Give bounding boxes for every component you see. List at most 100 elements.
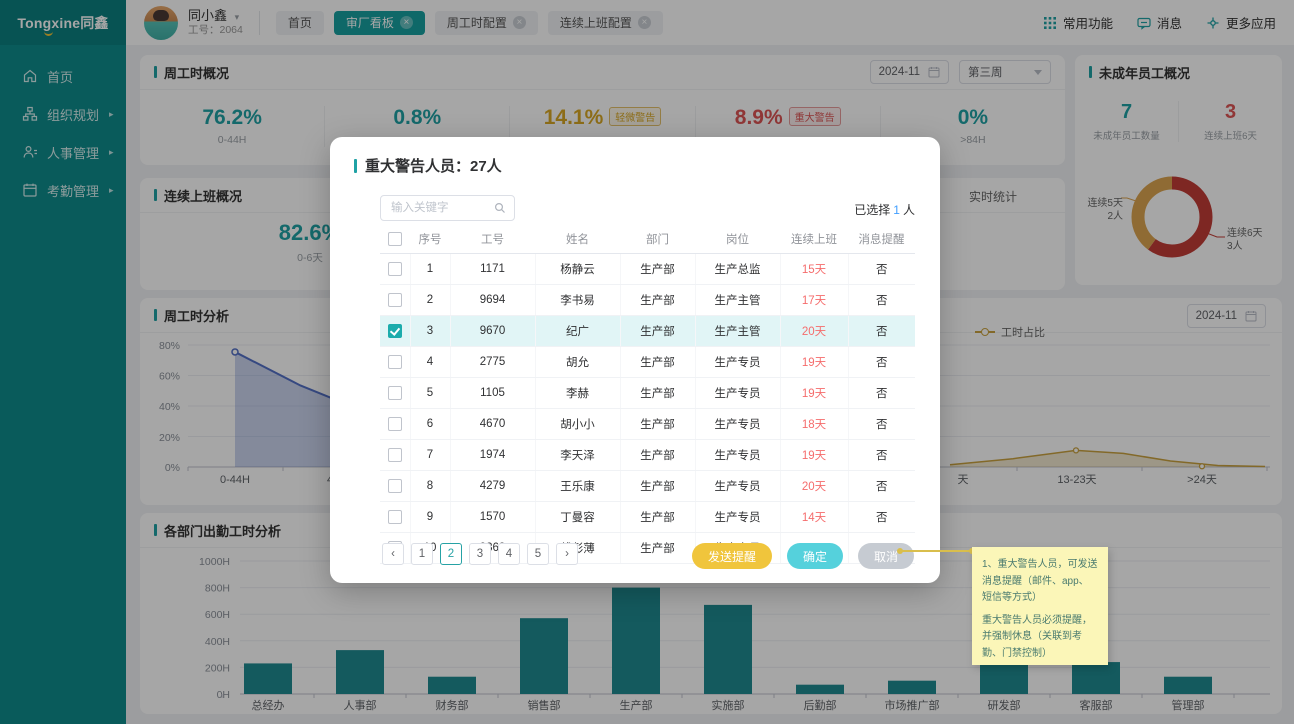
table-cell: 李赫 (535, 378, 620, 409)
row-checkbox[interactable] (388, 479, 402, 493)
cancel-button[interactable]: 取消 (858, 543, 914, 569)
table-row[interactable]: 51105李赫生产部生产专员19天否 (380, 378, 915, 409)
table-cell: 4 (410, 347, 450, 378)
table-cell: 生产总监 (695, 254, 780, 285)
table-row[interactable]: 84279王乐康生产部生产专员20天否 (380, 471, 915, 502)
table-cell: 否 (848, 378, 915, 409)
row-checkbox[interactable] (388, 293, 402, 307)
table-cell: 否 (848, 347, 915, 378)
table-cell: 19天 (780, 440, 848, 471)
table-cell: 1570 (450, 502, 535, 533)
header-checkbox-cell (380, 225, 410, 254)
table-row[interactable]: 39670纪广生产部生产主管20天否 (380, 316, 915, 347)
warning-table: 序号工号姓名部门岗位连续上班消息提醒 11171杨静云生产部生产总监15天否29… (380, 225, 915, 564)
table-cell: 8 (410, 471, 450, 502)
table-cell: 生产部 (620, 347, 695, 378)
table-row[interactable]: 64670胡小小生产部生产专员18天否 (380, 409, 915, 440)
row-checkbox[interactable] (388, 355, 402, 369)
pagination: ‹ 12345 › (382, 543, 578, 565)
row-checkbox-cell (380, 502, 410, 533)
table-cell: 5 (410, 378, 450, 409)
pagination-next[interactable]: › (556, 543, 578, 565)
row-checkbox[interactable] (388, 324, 402, 338)
column-header: 部门 (620, 225, 695, 254)
row-checkbox[interactable] (388, 448, 402, 462)
annotation-connector-line (900, 550, 972, 552)
table-cell: 9 (410, 502, 450, 533)
table-cell: 否 (848, 502, 915, 533)
pagination-page-2[interactable]: 2 (440, 543, 462, 565)
pagination-page-5[interactable]: 5 (527, 543, 549, 565)
column-header: 姓名 (535, 225, 620, 254)
table-cell: 胡小小 (535, 409, 620, 440)
row-checkbox[interactable] (388, 386, 402, 400)
row-checkbox-cell (380, 347, 410, 378)
table-cell: 否 (848, 254, 915, 285)
row-checkbox-cell (380, 409, 410, 440)
major-warning-modal: 重大警告人员：27人 已选择1人 序号工号姓名部门岗位连续上班消息提醒 1117… (330, 137, 940, 583)
table-cell: 6 (410, 409, 450, 440)
column-header: 序号 (410, 225, 450, 254)
confirm-button[interactable]: 确定 (787, 543, 843, 569)
pagination-page-3[interactable]: 3 (469, 543, 491, 565)
row-checkbox-cell (380, 471, 410, 502)
table-cell: 14天 (780, 502, 848, 533)
row-checkbox-cell (380, 254, 410, 285)
table-cell: 生产部 (620, 471, 695, 502)
modal-buttons: 发送提醒确定取消 (692, 543, 914, 569)
table-cell: 2 (410, 285, 450, 316)
table-cell: 生产部 (620, 378, 695, 409)
table-cell: 4670 (450, 409, 535, 440)
row-checkbox[interactable] (388, 510, 402, 524)
table-row[interactable]: 29694李书易生产部生产主管17天否 (380, 285, 915, 316)
table-row[interactable]: 11171杨静云生产部生产总监15天否 (380, 254, 915, 285)
table-cell: 7 (410, 440, 450, 471)
table-cell: 3 (410, 316, 450, 347)
table-cell: 17天 (780, 285, 848, 316)
table-row[interactable]: 91570丁曼容生产部生产专员14天否 (380, 502, 915, 533)
table-cell: 否 (848, 440, 915, 471)
row-checkbox-cell (380, 378, 410, 409)
send-reminder-button[interactable]: 发送提醒 (692, 543, 772, 569)
selected-count-info: 已选择1人 (854, 201, 915, 218)
pagination-prev[interactable]: ‹ (382, 543, 404, 565)
table-header-row: 序号工号姓名部门岗位连续上班消息提醒 (380, 225, 915, 254)
table-cell: 否 (848, 316, 915, 347)
table-cell: 生产部 (620, 502, 695, 533)
row-checkbox[interactable] (388, 417, 402, 431)
table-cell: 生产主管 (695, 316, 780, 347)
pagination-page-1[interactable]: 1 (411, 543, 433, 565)
table-cell: 杨静云 (535, 254, 620, 285)
table-cell: 生产专员 (695, 347, 780, 378)
table-cell: 19天 (780, 378, 848, 409)
note-paragraph: 1、重大警告人员，可发送消息提醒（邮件、app、短信等方式） (982, 557, 1098, 607)
table-cell: 20天 (780, 471, 848, 502)
table-cell: 纪广 (535, 316, 620, 347)
table-cell: 1105 (450, 378, 535, 409)
row-checkbox[interactable] (388, 262, 402, 276)
table-cell: 生产部 (620, 316, 695, 347)
column-header: 消息提醒 (848, 225, 915, 254)
modal-title: 重大警告人员：27人 (354, 155, 502, 176)
table-cell: 18天 (780, 409, 848, 440)
table-cell: 生产专员 (695, 409, 780, 440)
table-row[interactable]: 42775胡允生产部生产专员19天否 (380, 347, 915, 378)
table-cell: 19天 (780, 347, 848, 378)
table-cell: 否 (848, 471, 915, 502)
table-row[interactable]: 71974李天泽生产部生产专员19天否 (380, 440, 915, 471)
column-header: 工号 (450, 225, 535, 254)
search-input[interactable] (389, 201, 494, 215)
table-cell: 生产专员 (695, 502, 780, 533)
annotation-sticky-note: 1、重大警告人员，可发送消息提醒（邮件、app、短信等方式） 重大警告人员必须提… (972, 547, 1108, 665)
search-icon[interactable] (494, 202, 506, 214)
table-cell: 2775 (450, 347, 535, 378)
select-all-checkbox[interactable] (388, 232, 402, 246)
table-cell: 李书易 (535, 285, 620, 316)
table-cell: 生产部 (620, 254, 695, 285)
table-cell: 生产专员 (695, 440, 780, 471)
table-cell: 生产主管 (695, 285, 780, 316)
pagination-page-4[interactable]: 4 (498, 543, 520, 565)
table-cell: 4279 (450, 471, 535, 502)
table-cell: 胡允 (535, 347, 620, 378)
table-cell: 生产部 (620, 285, 695, 316)
